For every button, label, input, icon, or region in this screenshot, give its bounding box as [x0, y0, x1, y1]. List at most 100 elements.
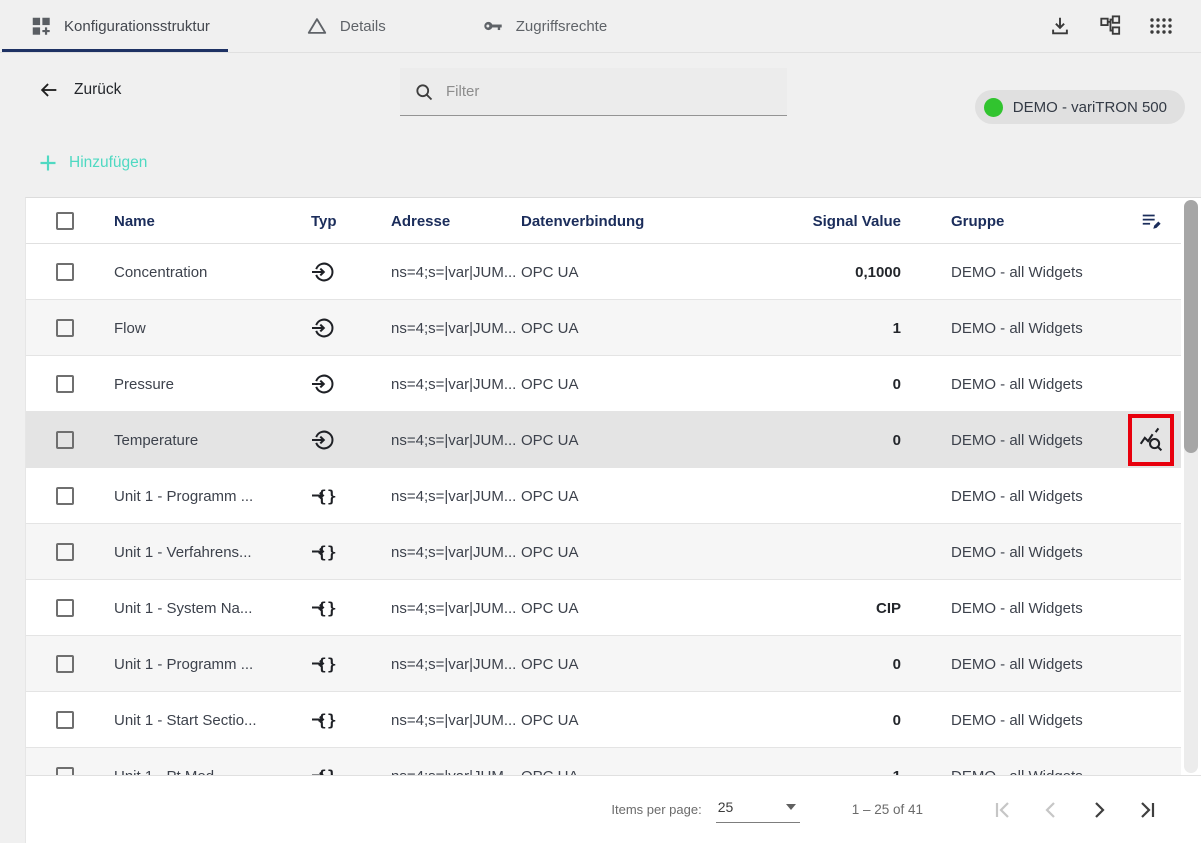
table-row[interactable]: Unit 1 - Pt Mod... { } ns=4;s=|var|JUM..…	[26, 748, 1181, 775]
add-button[interactable]: Hinzufügen	[38, 153, 147, 173]
tab-details[interactable]: Details	[282, 0, 410, 52]
row-checkbox[interactable]	[56, 487, 74, 505]
cell-datenverbindung: OPC UA	[521, 432, 711, 449]
filter-input[interactable]	[446, 83, 773, 100]
filter-field[interactable]	[400, 68, 787, 116]
row-checkbox[interactable]	[56, 431, 74, 449]
svg-text:}: }	[327, 767, 337, 776]
braces-input-icon: { }	[311, 484, 391, 508]
schema-icon[interactable]	[1099, 15, 1121, 37]
edit-columns-button[interactable]	[1119, 198, 1182, 244]
row-checkbox-cell	[26, 431, 114, 449]
row-checkbox[interactable]	[56, 319, 74, 337]
cell-datenverbindung: OPC UA	[521, 768, 711, 776]
apps-grid-icon[interactable]	[1149, 17, 1173, 35]
table-row[interactable]: Temperature { } ns=4;s=|var|JUM... OPC U…	[26, 412, 1181, 468]
dashboard-customize-icon	[30, 15, 52, 37]
next-page-button[interactable]	[1087, 798, 1111, 822]
arrow-left-icon	[38, 79, 60, 101]
table-row[interactable]: Flow { } ns=4;s=|var|JUM... OPC UA 1	[26, 300, 1181, 356]
table-row[interactable]: Unit 1 - Start Sectio... { } ns=4;s=|var…	[26, 692, 1181, 748]
cell-name: Concentration	[114, 264, 311, 281]
table-row[interactable]: Pressure { } ns=4;s=|var|JUM... OPC UA	[26, 356, 1181, 412]
warning-triangle-icon	[306, 15, 328, 37]
row-checkbox[interactable]	[56, 543, 74, 561]
cell-action	[1119, 636, 1182, 692]
tabbar-actions	[1049, 0, 1201, 52]
tab-bar: Konfigurationsstruktur Details Zugriffsr…	[0, 0, 1201, 53]
select-all-checkbox[interactable]	[56, 212, 74, 230]
row-checkbox-cell	[26, 263, 114, 281]
tab-konfigurationsstruktur[interactable]: Konfigurationsstruktur	[0, 0, 234, 52]
column-header-typ[interactable]: Typ	[311, 213, 391, 230]
query-stats-icon[interactable]	[1138, 427, 1164, 453]
row-checkbox-cell	[26, 319, 114, 337]
cell-name: Unit 1 - Programm ...	[114, 488, 311, 505]
cell-typ: { }	[311, 708, 391, 732]
first-page-button[interactable]	[991, 798, 1015, 822]
back-button[interactable]: Zurück	[38, 79, 121, 101]
tab-label: Konfigurationsstruktur	[64, 18, 210, 35]
table-body: Concentration { } ns=4;s=|var|JUM... OPC…	[26, 244, 1201, 775]
row-checkbox[interactable]	[56, 711, 74, 729]
table-row[interactable]: Unit 1 - System Na... { } ns=4;s=|var|JU…	[26, 580, 1181, 636]
cell-action	[1119, 244, 1182, 300]
braces-input-icon: { }	[311, 764, 391, 775]
page-size-value: 25	[718, 799, 734, 815]
annotation-red-box	[1128, 414, 1174, 466]
column-header-adresse[interactable]: Adresse	[391, 213, 521, 230]
edit-note-icon	[1140, 210, 1162, 232]
cell-typ: { }	[311, 316, 391, 340]
column-header-signal-value[interactable]: Signal Value	[711, 213, 909, 230]
column-header-gruppe[interactable]: Gruppe	[909, 213, 1119, 230]
svg-text:}: }	[327, 599, 337, 618]
row-checkbox[interactable]	[56, 263, 74, 281]
back-label: Zurück	[74, 81, 121, 99]
cell-gruppe: DEMO - all Widgets	[909, 432, 1119, 449]
cell-gruppe: DEMO - all Widgets	[909, 768, 1119, 776]
tab-zugriffsrechte[interactable]: Zugriffsrechte	[458, 0, 631, 52]
cell-adresse: ns=4;s=|var|JUM...	[391, 376, 521, 393]
cell-typ: { }	[311, 484, 391, 508]
table-row[interactable]: Unit 1 - Programm ... { } ns=4;s=|var|JU…	[26, 636, 1181, 692]
row-checkbox[interactable]	[56, 767, 74, 775]
cell-gruppe: DEMO - all Widgets	[909, 376, 1119, 393]
vertical-scrollbar-track[interactable]	[1184, 200, 1198, 773]
table-header: Name Typ Adresse Datenverbindung Signal …	[26, 198, 1181, 244]
cell-adresse: ns=4;s=|var|JUM...	[391, 768, 521, 776]
last-page-button[interactable]	[1135, 798, 1159, 822]
cell-typ: { }	[311, 428, 391, 452]
cell-name: Unit 1 - System Na...	[114, 600, 311, 617]
cell-datenverbindung: OPC UA	[521, 656, 711, 673]
cell-action	[1119, 580, 1182, 636]
cell-action	[1119, 748, 1182, 775]
vertical-scrollbar-thumb[interactable]	[1184, 200, 1198, 453]
braces-input-icon: { }	[311, 596, 391, 620]
column-header-name[interactable]: Name	[114, 213, 311, 230]
page-size-select[interactable]: 25	[716, 797, 800, 823]
table-row[interactable]: Unit 1 - Programm ... { } ns=4;s=|var|JU…	[26, 468, 1181, 524]
row-checkbox[interactable]	[56, 375, 74, 393]
signal-input-icon	[311, 316, 391, 340]
column-header-datenverbindung[interactable]: Datenverbindung	[521, 213, 711, 230]
row-checkbox-cell	[26, 599, 114, 617]
row-checkbox-cell	[26, 543, 114, 561]
row-checkbox[interactable]	[56, 599, 74, 617]
cell-typ: { }	[311, 652, 391, 676]
cell-adresse: ns=4;s=|var|JUM...	[391, 432, 521, 449]
signal-input-icon	[311, 428, 391, 452]
device-status-pill[interactable]: DEMO - variTRON 500	[975, 90, 1185, 124]
table-row[interactable]: Concentration { } ns=4;s=|var|JUM... OPC…	[26, 244, 1181, 300]
svg-text:}: }	[327, 655, 337, 674]
cell-datenverbindung: OPC UA	[521, 600, 711, 617]
cell-signal-value: CIP	[711, 600, 909, 617]
cell-signal-value: 1	[711, 768, 909, 776]
previous-page-button[interactable]	[1039, 798, 1063, 822]
cell-adresse: ns=4;s=|var|JUM...	[391, 320, 521, 337]
row-checkbox[interactable]	[56, 655, 74, 673]
cell-typ: { }	[311, 764, 391, 775]
svg-text:}: }	[327, 543, 337, 562]
download-icon[interactable]	[1049, 15, 1071, 37]
cell-signal-value: 0	[711, 656, 909, 673]
table-row[interactable]: Unit 1 - Verfahrens... { } ns=4;s=|var|J…	[26, 524, 1181, 580]
